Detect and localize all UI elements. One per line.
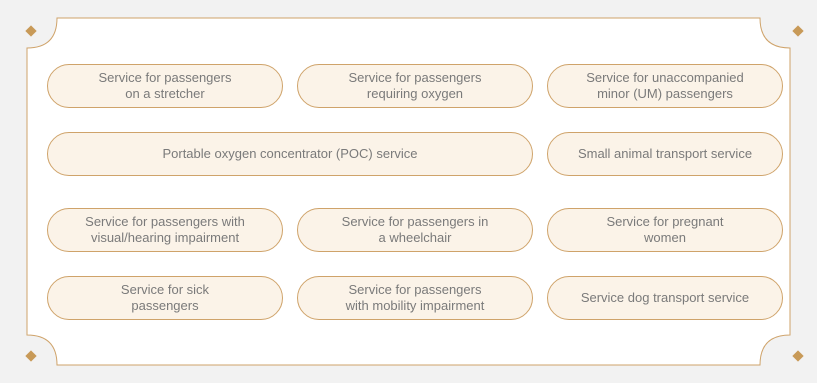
- frame-border: [26, 17, 791, 366]
- service-label: Small animal transport service: [577, 146, 753, 161]
- decorative-frame: [0, 0, 817, 383]
- service-sick-button[interactable]: Service for sick passengers: [47, 276, 283, 320]
- service-stretcher-button[interactable]: Service for passengers on a stretcher: [47, 64, 283, 108]
- service-oxygen-button[interactable]: Service for passengers requiring oxygen: [297, 64, 533, 108]
- service-label: Service for passengers with mobility imp…: [345, 282, 485, 313]
- service-label: Service for sick passengers: [120, 282, 210, 313]
- service-wheelchair-button[interactable]: Service for passengers in a wheelchair: [297, 208, 533, 252]
- service-label: Portable oxygen concentrator (POC) servi…: [162, 146, 418, 161]
- service-label: Service for pregnant women: [606, 214, 724, 245]
- service-poc-button[interactable]: Portable oxygen concentrator (POC) servi…: [47, 132, 533, 176]
- service-mobility-button[interactable]: Service for passengers with mobility imp…: [297, 276, 533, 320]
- service-label: Service for passengers with visual/heari…: [85, 214, 245, 245]
- service-unaccompanied-minor-button[interactable]: Service for unaccompanied minor (UM) pas…: [547, 64, 783, 108]
- service-label: Service for passengers requiring oxygen: [348, 70, 482, 101]
- service-label: Service for passengers in a wheelchair: [341, 214, 489, 245]
- service-small-animal-button[interactable]: Small animal transport service: [547, 132, 783, 176]
- service-label: Service for passengers on a stretcher: [98, 70, 232, 101]
- service-pregnant-button[interactable]: Service for pregnant women: [547, 208, 783, 252]
- service-dog-transport-button[interactable]: Service dog transport service: [547, 276, 783, 320]
- service-visual-hearing-button[interactable]: Service for passengers with visual/heari…: [47, 208, 283, 252]
- service-label: Service for unaccompanied minor (UM) pas…: [586, 70, 744, 101]
- service-label: Service dog transport service: [580, 290, 750, 305]
